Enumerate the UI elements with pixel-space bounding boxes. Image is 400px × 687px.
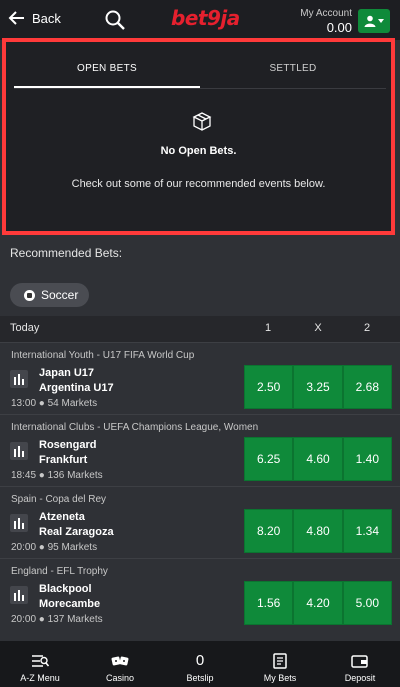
top-header: Back bet9ja My Account 0.00	[0, 0, 400, 40]
team-home: Atzeneta	[39, 511, 85, 523]
odd-away[interactable]: 1.40	[342, 437, 392, 481]
arrow-left-icon	[8, 11, 24, 25]
box-icon	[192, 112, 212, 131]
account-button[interactable]	[358, 9, 390, 33]
bets-tabs: OPEN BETS SETTLED	[14, 48, 386, 88]
event-meta: 18:45 ● 136 Markets	[11, 470, 103, 481]
team-away: Argentina U17	[39, 382, 114, 394]
event-row[interactable]: England - EFL Trophy Blackpool Morecambe…	[0, 558, 400, 630]
tab-settled[interactable]: SETTLED	[200, 48, 386, 88]
odd-draw[interactable]: 4.20	[293, 581, 343, 625]
empty-message: Check out some of our recommended events…	[71, 178, 326, 190]
caret-down-icon	[378, 19, 384, 23]
sport-chip-soccer[interactable]: Soccer	[10, 283, 89, 307]
tab-my-bets[interactable]: My Bets	[240, 641, 320, 687]
bets-panel: OPEN BETS SETTLED No Open Bets. Check ou…	[2, 38, 395, 235]
odd-home[interactable]: 6.25	[244, 437, 294, 481]
odd-home[interactable]: 8.20	[244, 509, 294, 553]
recommended-title: Recommended Bets:	[10, 246, 123, 260]
account-label: My Account	[300, 8, 352, 19]
event-row[interactable]: International Youth - U17 FIFA World Cup…	[0, 342, 400, 414]
wallet-icon	[351, 655, 368, 668]
tab-label: Betslip	[186, 673, 214, 683]
stats-icon[interactable]	[10, 514, 28, 532]
bet9ja-logo[interactable]: bet9ja	[171, 6, 240, 30]
back-label: Back	[32, 10, 61, 26]
event-league: International Clubs - UEFA Champions Lea…	[11, 422, 259, 433]
tab-label: My Bets	[263, 673, 297, 683]
event-row[interactable]: International Clubs - UEFA Champions Lea…	[0, 414, 400, 486]
odd-draw[interactable]: 4.80	[293, 509, 343, 553]
column-away: 2	[363, 322, 371, 334]
odd-home[interactable]: 1.56	[244, 581, 294, 625]
column-home: 1	[264, 322, 272, 334]
empty-title: No Open Bets.	[160, 145, 237, 157]
odds-group: 2.50 3.25 2.68	[244, 365, 392, 409]
menu-icon	[32, 655, 49, 667]
stats-icon[interactable]	[10, 586, 28, 604]
event-meta: 20:00 ● 137 Markets	[11, 614, 103, 625]
tab-az-menu[interactable]: A-Z Menu	[0, 641, 80, 687]
odd-away[interactable]: 1.34	[342, 509, 392, 553]
tab-deposit[interactable]: Deposit	[320, 641, 400, 687]
betslip-count: 0	[195, 652, 205, 669]
tab-label: A-Z Menu	[20, 673, 60, 683]
tab-label: Deposit	[344, 673, 376, 683]
team-away: Real Zaragoza	[39, 526, 114, 538]
event-league: International Youth - U17 FIFA World Cup	[11, 350, 195, 361]
account-balance: 0.00	[326, 20, 352, 35]
odds-group: 6.25 4.60 1.40	[244, 437, 392, 481]
team-home: Blackpool	[39, 583, 92, 595]
team-away: Morecambe	[39, 598, 101, 610]
bottom-tab-bar: A-Z Menu Casino 0 Betslip My Bets Deposi…	[0, 641, 400, 687]
tab-betslip[interactable]: 0 Betslip	[160, 641, 240, 687]
odd-away[interactable]: 5.00	[342, 581, 392, 625]
tabs-divider	[14, 88, 386, 89]
team-home: Rosengard	[39, 439, 97, 451]
odd-draw[interactable]: 3.25	[293, 365, 343, 409]
event-league: England - EFL Trophy	[11, 566, 108, 577]
tab-open-bets[interactable]: OPEN BETS	[14, 48, 200, 88]
back-button[interactable]: Back	[8, 10, 61, 26]
sport-chip-label: Soccer	[41, 288, 79, 302]
soccer-ball-icon	[24, 289, 35, 301]
column-draw: X	[314, 322, 322, 334]
team-away: Frankfurt	[39, 454, 88, 466]
event-row[interactable]: Spain - Copa del Rey Atzeneta Real Zarag…	[0, 486, 400, 558]
event-league: Spain - Copa del Rey	[11, 494, 107, 505]
odds-group: 1.56 4.20 5.00	[244, 581, 392, 625]
day-label: Today	[10, 322, 40, 334]
tab-casino[interactable]: Casino	[80, 641, 160, 687]
odds-group: 8.20 4.80 1.34	[244, 509, 392, 553]
tab-label: Casino	[105, 673, 134, 683]
odds-column-header: Today 1 X 2	[0, 316, 400, 342]
odd-draw[interactable]: 4.60	[293, 437, 343, 481]
odd-away[interactable]: 2.68	[342, 365, 392, 409]
user-icon	[364, 15, 376, 27]
account-summary[interactable]: My Account 0.00	[300, 8, 352, 35]
casino-icon	[111, 656, 129, 666]
search-icon[interactable]	[104, 9, 126, 31]
ticket-icon	[273, 653, 287, 669]
event-meta: 13:00 ● 54 Markets	[11, 398, 98, 409]
stats-icon[interactable]	[10, 370, 28, 388]
team-home: Japan U17	[39, 367, 95, 379]
odd-home[interactable]: 2.50	[244, 365, 294, 409]
stats-icon[interactable]	[10, 442, 28, 460]
event-meta: 20:00 ● 95 Markets	[11, 542, 98, 553]
